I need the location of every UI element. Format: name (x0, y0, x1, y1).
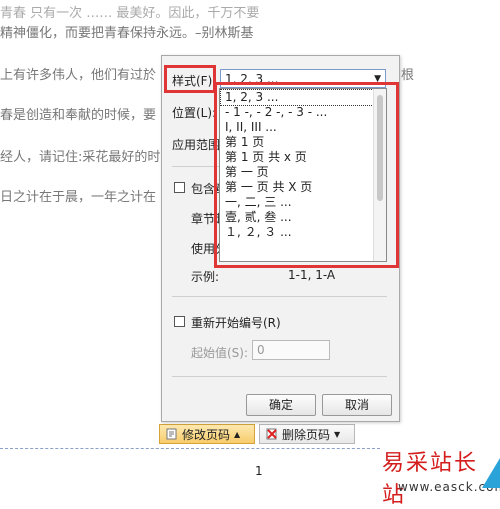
delete-icon (266, 428, 277, 440)
example-value: 1-1, 1-A (288, 268, 336, 282)
include-chapter-checkbox[interactable] (174, 182, 185, 193)
doc-right-fragment: 根 (401, 68, 415, 83)
corner-decoration (482, 458, 500, 488)
section-divider (172, 296, 387, 297)
doc-line-2: 上有许多伟人，他们有过於 (0, 68, 157, 83)
page-number: 1 (255, 464, 263, 478)
start-value-label: 起始值(S): (191, 346, 249, 360)
doc-top-fragment: 青春 只有一次 …… 最美好。因此，千万不要 (0, 6, 260, 21)
delete-page-number-label: 删除页码 (282, 427, 331, 442)
doc-line-4: 经人，请记住:采花最好的时 (0, 150, 161, 165)
example-label: 示例: (191, 270, 220, 284)
style-label-highlight (164, 65, 216, 93)
dropdown-highlight (214, 82, 399, 268)
position-label: 位置(L): (172, 106, 217, 120)
chevron-down-icon: ▼ (334, 429, 341, 439)
apply-range-label: 应用范围 (172, 138, 221, 152)
doc-line-3: 春是创造和奉献的时候，要 (0, 108, 157, 123)
restart-numbering-label: 重新开始编号(R) (191, 316, 281, 330)
edit-page-number-button[interactable]: 修改页码 ▲ (159, 424, 255, 444)
start-value-input[interactable]: 0 (252, 340, 330, 360)
delete-page-number-button[interactable]: 删除页码 ▼ (259, 424, 355, 444)
section-divider (172, 376, 387, 377)
restart-numbering-checkbox[interactable] (174, 316, 185, 327)
cancel-button[interactable]: 取消 (322, 394, 392, 416)
doc-line-5: 日之计在于晨，一年之计在 (0, 190, 157, 205)
ok-button[interactable]: 确定 (246, 394, 316, 416)
edit-icon (166, 428, 177, 440)
chevron-up-icon: ▲ (234, 429, 241, 439)
edit-page-number-label: 修改页码 (182, 427, 231, 442)
doc-line-1: 精神僵化，而要把青春保持永远。–别林斯基 (0, 26, 254, 41)
footer-divider (0, 448, 380, 449)
